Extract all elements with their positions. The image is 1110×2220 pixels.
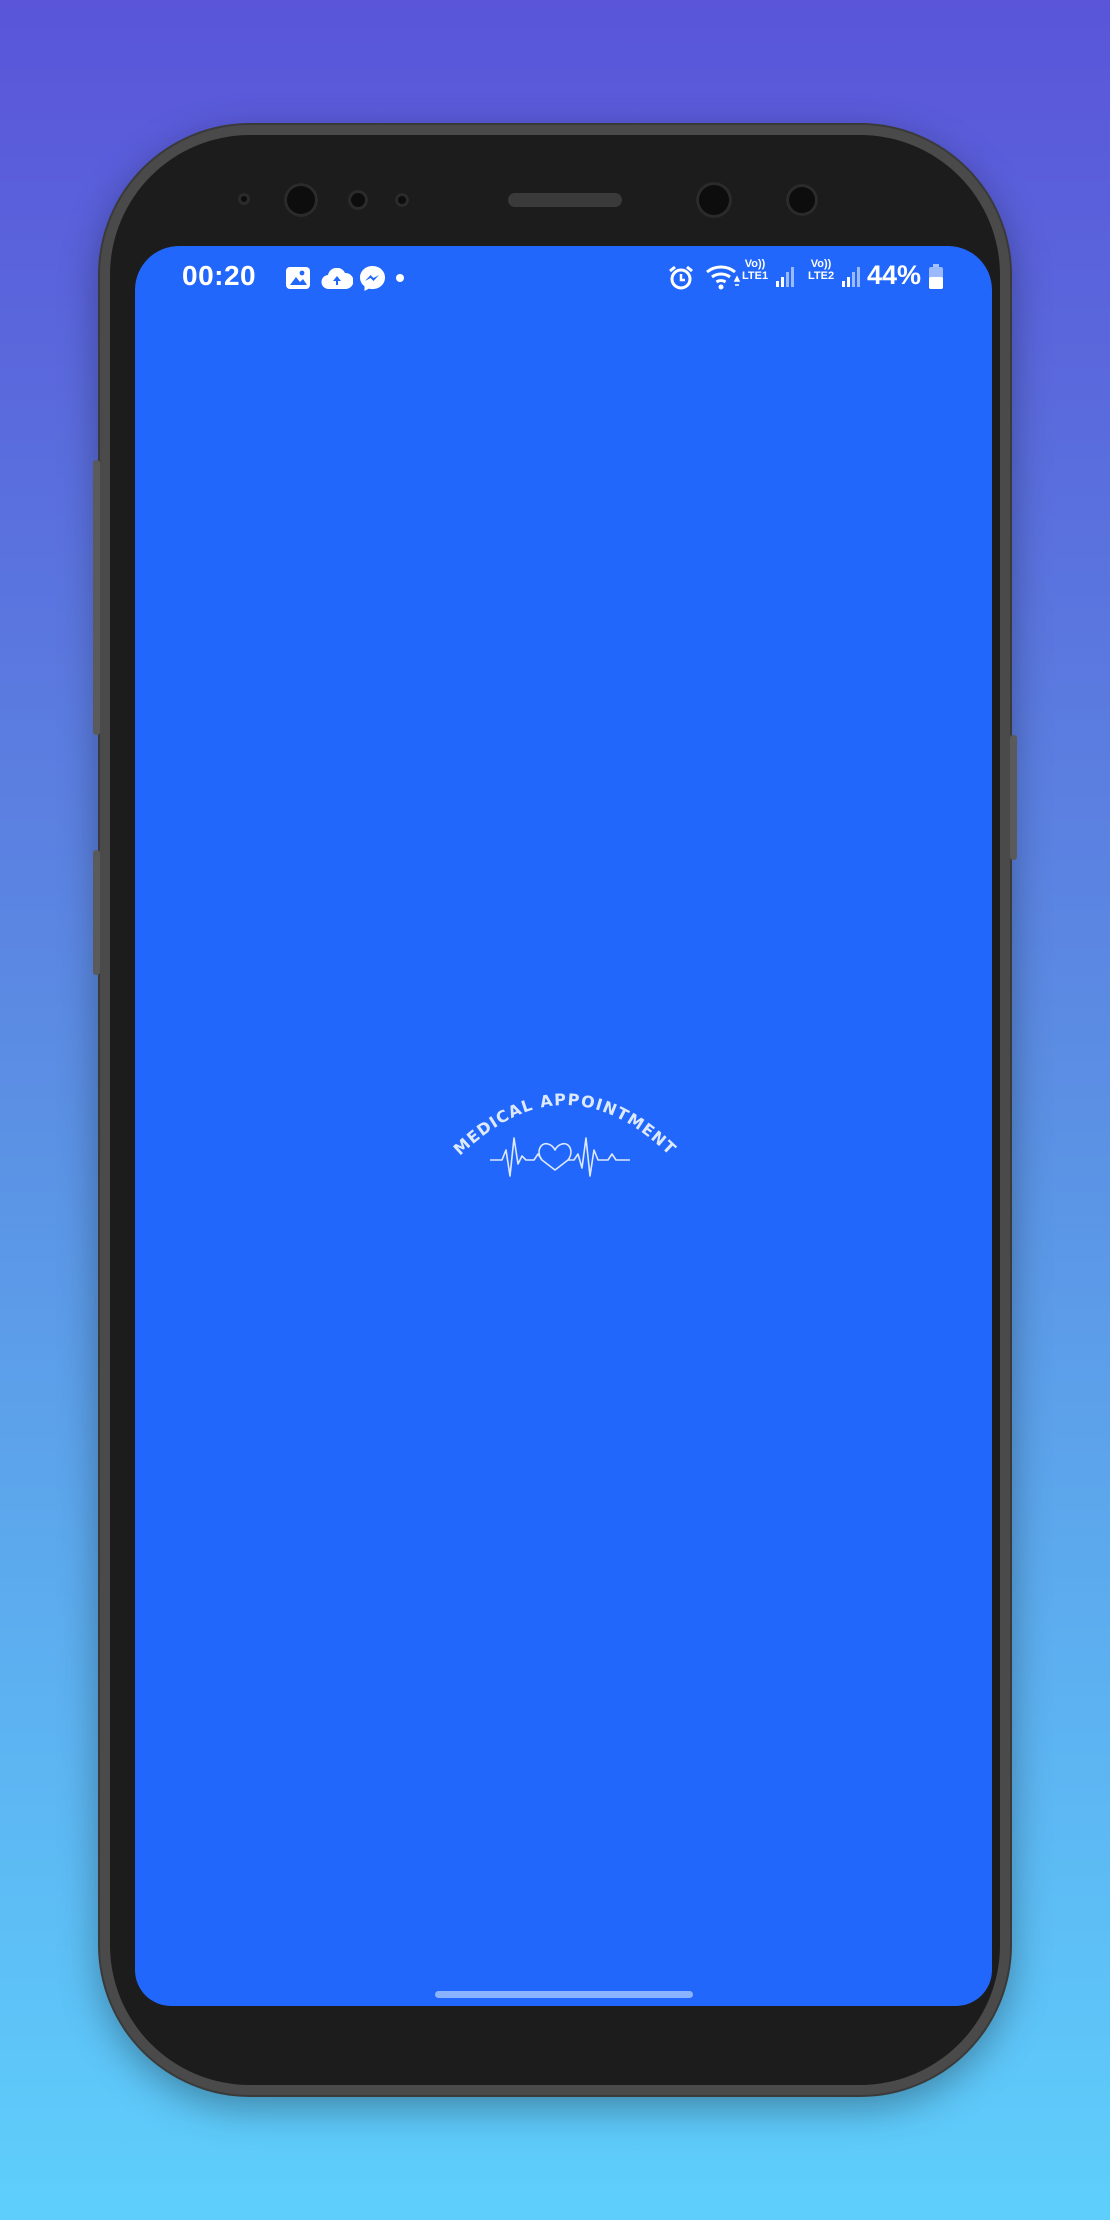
alarm-icon xyxy=(667,264,695,297)
sim2-volte-text: Vo)) xyxy=(810,258,832,270)
gallery-icon xyxy=(285,266,311,295)
svg-text:MEDICAL APPOINTMENT: MEDICAL APPOINTMENT xyxy=(450,1090,681,1159)
logo-graphic: MEDICAL APPOINTMENT xyxy=(450,1090,681,1177)
signal-icon xyxy=(841,266,861,293)
dot-icon xyxy=(395,270,405,288)
messenger-icon xyxy=(359,265,386,297)
status-bar: 00:20 Vo)) LTE1 Vo)) LTE2 44% xyxy=(135,246,992,300)
cloud-upload-icon xyxy=(321,267,354,295)
iris-sensor xyxy=(786,184,818,216)
sim1-network-label: Vo)) LTE1 xyxy=(742,258,768,282)
wifi-icon xyxy=(705,263,741,296)
power-button xyxy=(1010,735,1017,860)
volume-down-button xyxy=(93,850,100,975)
light-sensor xyxy=(395,193,409,207)
phone-bezel: 00:20 Vo)) LTE1 Vo)) LTE2 44% MEDICAL AP… xyxy=(110,135,1000,2085)
sim2-network-text: LTE2 xyxy=(808,270,835,282)
battery-icon xyxy=(928,264,944,295)
earpiece-speaker xyxy=(508,193,622,207)
iris-camera-icon xyxy=(696,182,732,218)
volume-up-button xyxy=(93,460,100,735)
signal-icon xyxy=(775,266,795,293)
status-time: 00:20 xyxy=(182,260,257,291)
light-sensor xyxy=(348,190,368,210)
front-camera-icon xyxy=(284,183,318,217)
sim1-network-text: LTE1 xyxy=(742,270,769,282)
sim1-volte-text: Vo)) xyxy=(744,258,766,270)
sim2-network-label: Vo)) LTE2 xyxy=(808,258,834,282)
battery-percentage: 44% xyxy=(867,260,922,290)
proximity-sensor xyxy=(238,193,250,205)
logo-text: MEDICAL APPOINTMENT xyxy=(450,1090,679,1159)
home-indicator[interactable] xyxy=(435,1991,693,1998)
phone-frame: 00:20 Vo)) LTE1 Vo)) LTE2 44% MEDICAL AP… xyxy=(93,125,1017,2095)
app-screen: 00:20 Vo)) LTE1 Vo)) LTE2 44% MEDICAL AP… xyxy=(135,246,992,2006)
heartbeat-heart-icon xyxy=(490,1137,630,1177)
app-logo: MEDICAL APPOINTMENT xyxy=(440,1076,690,1186)
